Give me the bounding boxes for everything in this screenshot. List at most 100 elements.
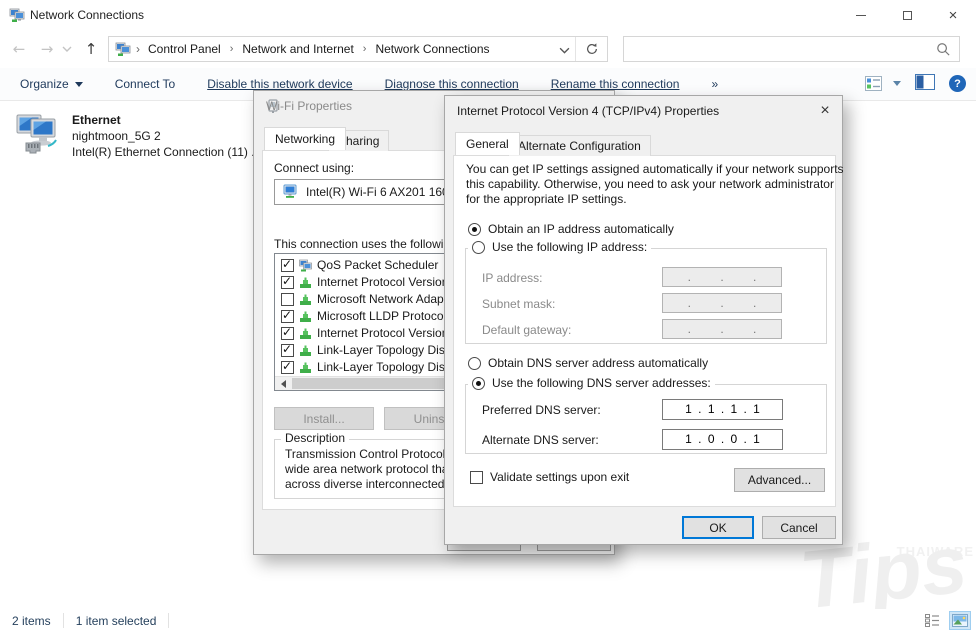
- help-button[interactable]: ?: [949, 75, 966, 92]
- connect-using-label: Connect using:: [274, 161, 355, 175]
- radio-use-ip[interactable]: Use the following IP address:: [468, 240, 652, 254]
- checkbox-checked[interactable]: ✓: [281, 342, 294, 357]
- list-item[interactable]: Microsoft Network Adapter: [281, 292, 458, 306]
- breadcrumb-separator: ›: [229, 43, 234, 55]
- list-item[interactable]: ✓ Internet Protocol Version 4 (: [281, 273, 466, 289]
- close-icon: ×: [820, 102, 830, 119]
- search-input[interactable]: [630, 39, 930, 59]
- up-button[interactable]: ↑: [78, 36, 104, 62]
- protocol-icon: [299, 276, 312, 289]
- rename-connection-button[interactable]: Rename this connection: [551, 77, 680, 91]
- tab-networking[interactable]: Networking: [264, 127, 347, 150]
- change-view-button[interactable]: [865, 76, 901, 91]
- chevron-down-icon: [559, 47, 570, 54]
- default-gateway-field: . . .: [662, 319, 782, 339]
- details-view-button[interactable]: [922, 612, 942, 629]
- toolbar-overflow-button[interactable]: »: [711, 77, 718, 91]
- checkbox-checked[interactable]: ✓: [281, 359, 294, 374]
- description-text: Transmission Control Protocol/Inte wide …: [285, 447, 469, 492]
- check-icon: ✓: [282, 273, 293, 288]
- list-item[interactable]: ✓ Internet Protocol Version 6 (: [281, 325, 466, 340]
- list-item[interactable]: ✓ Microsoft LLDP Protocol Dr: [281, 307, 462, 323]
- recent-locations-button[interactable]: [58, 36, 76, 62]
- list-item-label: Link-Layer Topology Discov: [317, 360, 464, 374]
- breadcrumb-network-and-internet[interactable]: Network and Internet: [242, 42, 353, 56]
- checkbox-unchecked[interactable]: [281, 292, 294, 306]
- organize-menu[interactable]: Organize: [20, 77, 83, 91]
- check-icon: ✓: [282, 256, 293, 271]
- preferred-dns-field[interactable]: 1 . 1 . 1 . 1: [662, 399, 783, 420]
- cancel-button[interactable]: Cancel: [762, 516, 836, 539]
- close-icon: ×: [948, 6, 958, 24]
- checkbox-checked[interactable]: ✓: [281, 307, 294, 323]
- preview-pane-button[interactable]: [915, 74, 935, 93]
- ip-address-field: . . .: [662, 267, 782, 287]
- wifi-dialog-title: Wi-Fi Properties: [266, 99, 353, 113]
- preview-pane-icon: [915, 74, 935, 90]
- address-dropdown-button[interactable]: [559, 44, 571, 56]
- disable-device-button[interactable]: Disable this network device: [207, 77, 352, 91]
- up-icon: ↑: [84, 40, 98, 58]
- breadcrumb-network-connections[interactable]: Network Connections: [375, 42, 489, 56]
- description-line: Transmission Control Protocol/Inte: [285, 447, 469, 461]
- intro-line: for the appropriate IP settings.: [466, 192, 627, 206]
- install-button[interactable]: Install...: [274, 407, 374, 430]
- tab-alternate-configuration[interactable]: Alternate Configuration: [508, 135, 651, 156]
- validate-settings-checkbox[interactable]: Validate settings upon exit: [470, 470, 629, 484]
- check-icon: ✓: [282, 307, 293, 322]
- caret-down-icon: [893, 81, 901, 86]
- description-line: wide area network protocol that pr: [285, 462, 466, 476]
- radio-selected-icon: [472, 376, 485, 390]
- list-item[interactable]: ✓ QoS Packet Scheduler: [281, 256, 438, 272]
- tab-general[interactable]: General: [455, 132, 520, 155]
- thumbnail-view-button[interactable]: [949, 611, 971, 630]
- connection-device: Intel(R) Ethernet Connection (11) ..: [72, 145, 258, 159]
- radio-obtain-ip-label: Obtain an IP address automatically: [488, 222, 674, 236]
- radio-obtain-dns[interactable]: Obtain DNS server address automatically: [468, 356, 708, 370]
- protocol-icon: [299, 327, 312, 340]
- forward-button[interactable]: →: [34, 36, 60, 62]
- search-icon[interactable]: [936, 42, 951, 57]
- close-button[interactable]: ×: [930, 0, 976, 30]
- radio-obtain-ip[interactable]: Obtain an IP address automatically: [468, 222, 674, 236]
- scroll-left-button[interactable]: [275, 377, 291, 390]
- intro-line: You can get IP settings assigned automat…: [466, 162, 844, 176]
- use-dns-groupbox: Use the following DNS server addresses: …: [465, 376, 827, 454]
- network-connections-app-icon: [9, 7, 25, 23]
- ipv4-close-button[interactable]: ×: [809, 97, 841, 125]
- checkbox-checked[interactable]: ✓: [281, 325, 294, 340]
- window-controls: ×: [838, 0, 976, 30]
- list-item[interactable]: ✓ Link-Layer Topology Discov: [281, 359, 464, 374]
- address-bar[interactable]: › Control Panel › Network and Internet ›…: [108, 36, 608, 62]
- ipv4-intro-text: You can get IP settings assigned automat…: [466, 162, 844, 207]
- ethernet-connection-item[interactable]: Ethernet nightmoon_5G 2 Intel(R) Etherne…: [10, 108, 258, 164]
- subnet-mask-field: . . .: [662, 293, 782, 313]
- ip-address-label: IP address:: [482, 271, 543, 285]
- radio-obtain-dns-label: Obtain DNS server address automatically: [488, 356, 709, 370]
- minimize-button[interactable]: [838, 0, 884, 30]
- connect-to-button[interactable]: Connect To: [115, 77, 176, 91]
- protocol-icon: [299, 310, 312, 323]
- diagnose-connection-button[interactable]: Diagnose this connection: [385, 77, 519, 91]
- checkbox-checked[interactable]: ✓: [281, 273, 294, 289]
- connection-network: nightmoon_5G 2: [72, 129, 161, 143]
- maximize-button[interactable]: [884, 0, 930, 30]
- checkbox-checked[interactable]: ✓: [281, 256, 294, 272]
- protocol-icon: [299, 344, 312, 357]
- radio-unselected-icon: [472, 240, 485, 254]
- list-item[interactable]: ✓ Link-Layer Topology Discov: [281, 342, 464, 357]
- breadcrumb: Control Panel › Network and Internet › N…: [148, 42, 490, 56]
- window-title: Network Connections: [30, 8, 145, 22]
- breadcrumb-control-panel[interactable]: Control Panel: [148, 42, 221, 56]
- back-button[interactable]: ←: [6, 36, 32, 62]
- ok-button[interactable]: OK: [682, 516, 754, 539]
- ipv4-dialog-titlebar[interactable]: Internet Protocol Version 4 (TCP/IPv4) P…: [445, 96, 842, 126]
- refresh-button[interactable]: [575, 37, 607, 61]
- radio-use-dns[interactable]: Use the following DNS server addresses:: [468, 376, 715, 390]
- organize-label: Organize: [20, 77, 69, 91]
- ethernet-item-text: Ethernet nightmoon_5G 2 Intel(R) Etherne…: [72, 112, 258, 160]
- alternate-dns-field[interactable]: 1 . 0 . 0 . 1: [662, 429, 783, 450]
- protocol-icon: [299, 361, 312, 374]
- alternate-dns-label: Alternate DNS server:: [482, 433, 599, 447]
- advanced-button[interactable]: Advanced...: [734, 468, 825, 492]
